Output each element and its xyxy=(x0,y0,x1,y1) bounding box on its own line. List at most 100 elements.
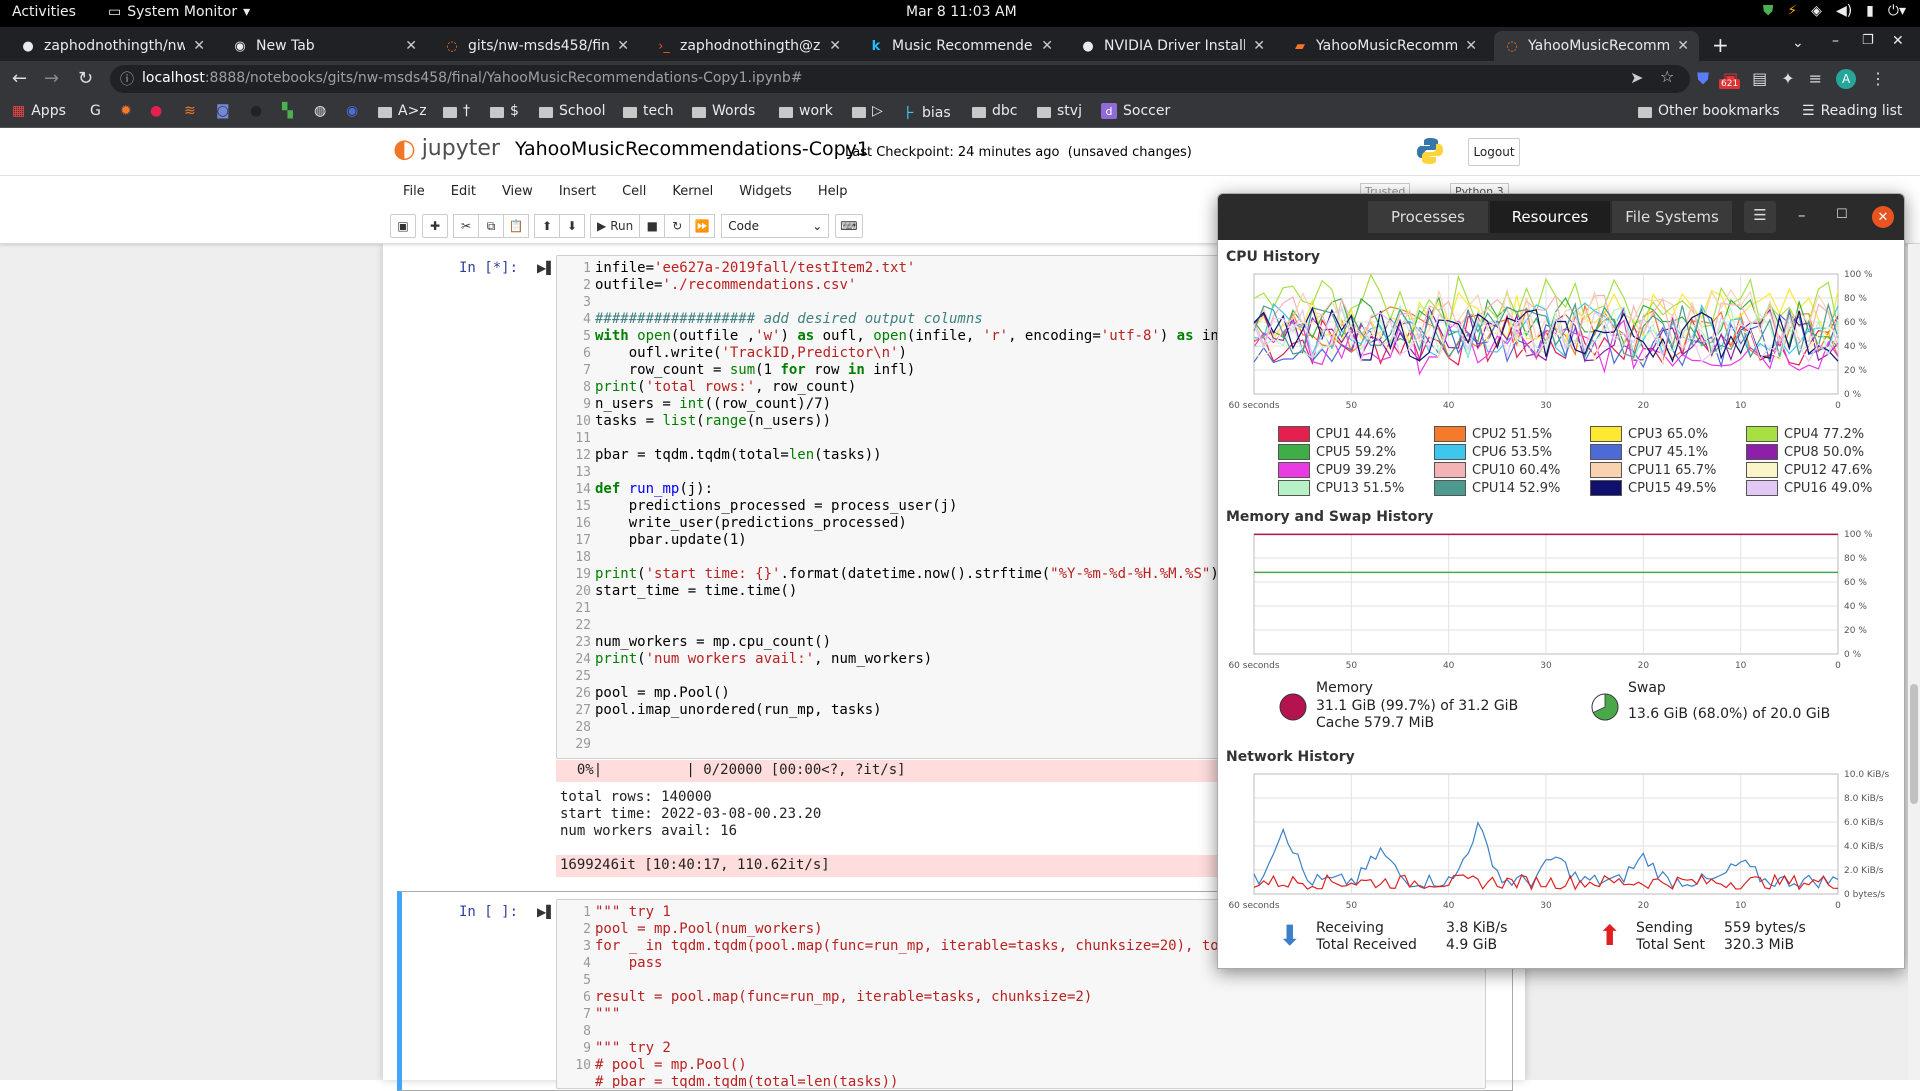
menu-widgets[interactable]: Widgets xyxy=(726,176,805,208)
color-swatch[interactable] xyxy=(1590,480,1622,496)
run-cell-icon[interactable]: ▶▌ xyxy=(537,905,555,919)
color-swatch[interactable] xyxy=(1434,444,1466,460)
color-swatch[interactable] xyxy=(1590,426,1622,442)
copy-icon[interactable]: ⧉ xyxy=(478,214,504,238)
keyboard-icon[interactable]: ⌨ xyxy=(835,214,863,238)
notebook-title[interactable]: YahooMusicRecommendations-Copy1 xyxy=(515,138,869,160)
color-swatch[interactable] xyxy=(1278,480,1310,496)
tab-processes[interactable]: Processes xyxy=(1368,201,1488,233)
tab-search-icon[interactable]: ⌄ xyxy=(1792,35,1804,51)
tab-resources[interactable]: Resources xyxy=(1490,201,1610,233)
browser-tab[interactable]: ● zaphodnothingth/nw ✕ xyxy=(10,31,215,61)
browser-tab[interactable]: ▰ YahooMusicRecomm ✕ xyxy=(1282,31,1487,61)
run-cell-icon[interactable]: ▶▌ xyxy=(537,261,555,275)
cpu-legend-item[interactable]: CPU16 49.0% xyxy=(1746,480,1872,496)
color-swatch[interactable] xyxy=(1434,462,1466,478)
close-tab-icon[interactable]: ✕ xyxy=(193,38,205,54)
profile-avatar-icon[interactable]: A xyxy=(1836,69,1857,89)
bookmark-google[interactable]: G xyxy=(90,103,101,119)
menu-view[interactable]: View xyxy=(489,176,546,208)
color-swatch[interactable] xyxy=(1746,426,1778,442)
cpu-legend-item[interactable]: CPU8 50.0% xyxy=(1746,444,1864,460)
power-icon[interactable]: ⏻▾ xyxy=(1888,3,1906,19)
cpu-legend-item[interactable]: CPU9 39.2% xyxy=(1278,462,1396,478)
star-icon[interactable]: ☆ xyxy=(1660,67,1674,86)
close-window-icon[interactable]: ✕ xyxy=(1892,33,1904,49)
close-tab-icon[interactable]: ✕ xyxy=(1041,38,1053,54)
bookmark-folder[interactable]: dbc xyxy=(972,103,1017,119)
other-bookmarks[interactable]: Other bookmarks xyxy=(1638,103,1780,119)
close-tab-icon[interactable]: ✕ xyxy=(617,38,629,54)
close-tab-icon[interactable]: ✕ xyxy=(1677,38,1689,54)
bookmark-red[interactable]: ● xyxy=(150,103,162,119)
wifi-icon[interactable]: ◈ xyxy=(1811,3,1822,19)
bookmark-folder[interactable]: $ xyxy=(490,103,519,119)
bookmark-folder[interactable]: Words xyxy=(692,103,755,119)
save-icon[interactable]: ▣ xyxy=(390,214,416,238)
bookmark-gear[interactable]: ✹ xyxy=(120,103,132,119)
cut-icon[interactable]: ✂ xyxy=(453,214,479,238)
restore-icon[interactable]: ❐ xyxy=(1862,33,1874,48)
media-icon[interactable]: ≡ xyxy=(1809,69,1822,89)
browser-tab[interactable]: ● NVIDIA Driver Installa ✕ xyxy=(1070,31,1275,61)
cpu-legend-item[interactable]: CPU14 52.9% xyxy=(1434,480,1560,496)
puzzle-icon[interactable]: ✦ xyxy=(1781,69,1794,89)
clock[interactable]: Mar 8 11:03 AM xyxy=(906,4,1017,20)
back-icon[interactable]: ← xyxy=(12,68,27,89)
color-swatch[interactable] xyxy=(1746,462,1778,478)
extension-chart-icon[interactable]: ▤ xyxy=(1752,69,1767,89)
move-down-icon[interactable]: ⬇ xyxy=(559,214,585,238)
menu-file[interactable]: File xyxy=(390,176,438,208)
browser-tab[interactable]: ◌ gits/nw-msds458/fina ✕ xyxy=(434,31,639,61)
cpu-legend-item[interactable]: CPU7 45.1% xyxy=(1590,444,1708,460)
extension-badge-icon[interactable]: ▣621 xyxy=(1719,69,1741,89)
send-icon[interactable]: ➤ xyxy=(1630,68,1643,87)
menu-help[interactable]: Help xyxy=(805,176,861,208)
cpu-legend-item[interactable]: CPU11 65.7% xyxy=(1590,462,1716,478)
browser-tab-active[interactable]: ◌ YahooMusicRecomm ✕ xyxy=(1494,31,1699,61)
color-swatch[interactable] xyxy=(1434,426,1466,442)
browser-tab[interactable]: ›_ zaphodnothingth@z ✕ xyxy=(646,31,851,61)
menu-kernel[interactable]: Kernel xyxy=(659,176,726,208)
info-icon[interactable]: ⓘ xyxy=(120,69,134,89)
color-swatch[interactable] xyxy=(1434,480,1466,496)
cell-type-select[interactable]: Code ⌄ xyxy=(721,214,830,238)
color-swatch[interactable] xyxy=(1278,444,1310,460)
extension-shield-icon[interactable]: ⛊ xyxy=(1697,69,1709,89)
bookmark-folder[interactable]: stvj xyxy=(1037,103,1082,119)
lightning-icon[interactable]: ⚡ xyxy=(1787,3,1797,19)
volume-icon[interactable]: ◀) xyxy=(1836,3,1852,19)
bookmark-folder[interactable]: † xyxy=(443,103,470,119)
menu-insert[interactable]: Insert xyxy=(546,176,609,208)
cpu-legend-item[interactable]: CPU6 53.5% xyxy=(1434,444,1552,460)
reload-icon[interactable]: ↻ xyxy=(78,68,93,89)
bookmark-discord[interactable]: ◙ xyxy=(216,103,230,119)
maximize-icon[interactable]: ☐ xyxy=(1836,207,1848,222)
bookmark-folder[interactable]: A>z xyxy=(378,103,427,119)
bookmark-color[interactable]: ▚ xyxy=(282,103,293,119)
bookmark-dark[interactable]: ● xyxy=(250,103,262,119)
reading-list[interactable]: ☰ Reading list xyxy=(1802,103,1902,119)
color-swatch[interactable] xyxy=(1590,444,1622,460)
scrollbar-thumb[interactable] xyxy=(1910,684,1918,804)
close-tab-icon[interactable]: ✕ xyxy=(829,38,841,54)
bookmark-blue[interactable]: ◉ xyxy=(346,103,358,119)
logout-button[interactable]: Logout xyxy=(1468,138,1520,166)
bookmark-bias[interactable]: ⺊ bias xyxy=(902,103,951,123)
color-swatch[interactable] xyxy=(1278,462,1310,478)
color-swatch[interactable] xyxy=(1278,426,1310,442)
browser-tab[interactable]: ◉ New Tab ✕ xyxy=(222,31,427,61)
system-tray[interactable]: ⛊ ⚡ ◈ ◀) ▮ ⏻▾ xyxy=(1763,3,1906,19)
cpu-legend-item[interactable]: CPU1 44.6% xyxy=(1278,426,1396,442)
bookmark-folder[interactable]: School xyxy=(539,103,605,119)
bookmark-soccer[interactable]: d Soccer xyxy=(1101,103,1170,119)
bookmark-folder[interactable]: work xyxy=(779,103,833,119)
bookmark-apps[interactable]: ▦ Apps xyxy=(12,103,66,119)
system-monitor-window[interactable]: Processes Resources File Systems ☰ – ☐ ✕… xyxy=(1217,193,1905,969)
shield-icon[interactable]: ⛊ xyxy=(1763,3,1774,19)
bookmark-globe[interactable]: ◍ xyxy=(314,103,326,119)
color-swatch[interactable] xyxy=(1746,444,1778,460)
battery-icon[interactable]: ▮ xyxy=(1866,3,1874,19)
menu-kebab-icon[interactable]: ⋮ xyxy=(1870,69,1886,89)
minimize-icon[interactable]: – xyxy=(1798,206,1806,224)
